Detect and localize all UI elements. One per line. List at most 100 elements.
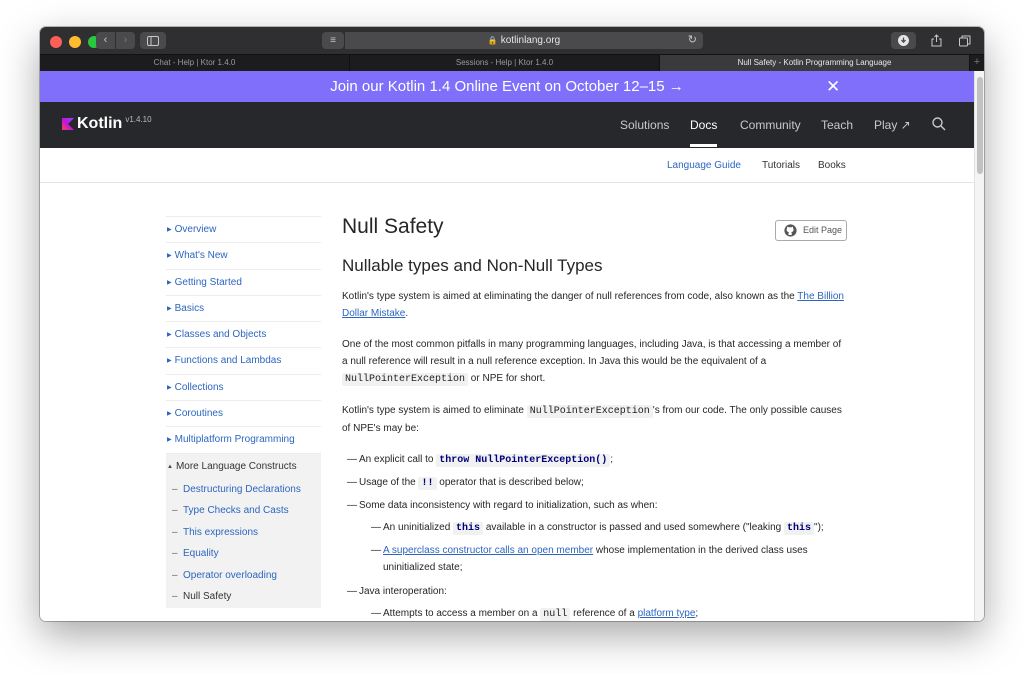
page-scrollbar[interactable]: [974, 71, 984, 621]
event-banner[interactable]: Join our Kotlin 1.4 Online Event on Octo…: [40, 71, 974, 102]
nav-docs[interactable]: Docs: [690, 118, 717, 132]
nav-teach[interactable]: Teach: [821, 118, 853, 132]
sidebar-icon: [147, 36, 159, 46]
list-item: — Usage of the !! operator that is descri…: [347, 477, 584, 490]
sidebar-item-coroutines[interactable]: ▶ Coroutines: [166, 400, 321, 426]
url-text: kotlinlang.org: [500, 35, 561, 46]
sidebar-item-classes-and-objects[interactable]: ▶ Classes and Objects: [166, 321, 321, 347]
inline-code: NullPointerException: [526, 405, 653, 418]
caret-right-icon: ▶: [167, 384, 172, 391]
sidebar-item-label: More Language Constructs: [175, 460, 297, 472]
minimize-window-button[interactable]: [69, 36, 81, 48]
sidebar-subitem-null-safety[interactable]: – Null Safety: [172, 586, 321, 608]
sidebar-item-basics[interactable]: ▶ Basics: [166, 294, 321, 321]
address-bar[interactable]: 🔒 kotlinlang.org ↻: [345, 32, 703, 49]
title-bar: ‹ › ≡ 🔒 kotlinlang.org ↻: [40, 27, 984, 54]
banner-close-icon[interactable]: ✕: [826, 71, 840, 102]
list-subitem: — An uninitialized this available in a co…: [371, 522, 824, 535]
sidebar-item-whats-new[interactable]: ▶ What's New: [166, 242, 321, 268]
sidebar-item-multiplatform[interactable]: ▶ Multiplatform Programming: [166, 426, 321, 452]
back-button[interactable]: ‹: [96, 32, 115, 49]
sidebar-item-overview[interactable]: ▶ Overview: [166, 216, 321, 242]
nav-solutions[interactable]: Solutions: [620, 118, 669, 132]
logo-text: Kotlin: [77, 115, 123, 132]
sidebar-item-label: Overview: [174, 224, 217, 235]
tab-null-safety[interactable]: Null Safety - Kotlin Programming Languag…: [660, 55, 970, 71]
kotlin-logo-icon: [62, 118, 74, 130]
inline-code: throw NullPointerException(): [436, 454, 611, 467]
tab-overview-button[interactable]: [954, 32, 976, 49]
caret-down-icon: ▲: [167, 463, 173, 470]
new-tab-button[interactable]: +: [970, 55, 984, 71]
inline-code: NullPointerException: [342, 373, 469, 386]
subnav-language-guide[interactable]: Language Guide: [667, 160, 741, 171]
browser-window: ‹ › ≡ 🔒 kotlinlang.org ↻ Chat - Help | Kt…: [40, 27, 984, 621]
paragraph-3: Kotlin's type system is aimed to elimina…: [342, 405, 842, 434]
sidebar-subitem-label: This expressions: [183, 526, 259, 538]
tab-chat-help[interactable]: Chat - Help | Ktor 1.4.0: [40, 55, 350, 71]
scrollbar-thumb[interactable]: [977, 77, 983, 174]
docs-sidebar: ▶ Overview ▶ What's New ▶ Getting Started ▶…: [166, 216, 321, 608]
sidebar-subitem-label: Operator overloading: [183, 569, 277, 581]
search-icon[interactable]: [931, 116, 947, 132]
paragraph-1: Kotlin's type system is aimed at elimina…: [342, 291, 844, 319]
reader-button[interactable]: ≡: [322, 32, 344, 49]
close-window-button[interactable]: [50, 36, 62, 48]
sidebar-item-functions-and-lambdas[interactable]: ▶ Functions and Lambdas: [166, 347, 321, 373]
list-item: — An explicit call to throw NullPointerEx…: [347, 454, 614, 467]
inline-code: this: [784, 522, 815, 535]
sidebar-subitem-destructuring[interactable]: – Destructuring Declarations: [172, 479, 321, 501]
section-heading: Nullable types and Non-Null Types: [342, 256, 603, 275]
sidebar-item-label: Coroutines: [174, 408, 223, 420]
sidebar-subitem-this-expressions[interactable]: – This expressions: [172, 522, 321, 544]
caret-right-icon: ▶: [167, 411, 172, 418]
chevron-right-icon: ›: [123, 34, 128, 46]
caret-right-icon: ▶: [167, 332, 172, 339]
reader-icon: ≡: [330, 35, 336, 46]
sidebar-item-label: Getting Started: [174, 276, 242, 288]
subnav-books[interactable]: Books: [818, 160, 846, 171]
sidebar-subsection: – Destructuring Declarations – Type Checks…: [166, 478, 321, 608]
sidebar-item-getting-started[interactable]: ▶ Getting Started: [166, 268, 321, 295]
caret-right-icon: ▶: [167, 279, 172, 286]
sidebar-item-label: Multiplatform Programming: [174, 434, 295, 446]
sidebar-subitem-label: Destructuring Declarations: [183, 483, 301, 495]
caret-right-icon: ▶: [167, 253, 172, 260]
banner-text[interactable]: Join our Kotlin 1.4 Online Event on Octo…: [330, 78, 684, 95]
caret-right-icon: ▶: [167, 437, 172, 444]
subnav-tutorials[interactable]: Tutorials: [762, 160, 800, 171]
download-icon: [898, 35, 909, 46]
sidebar-subitem-label: Equality: [183, 548, 219, 560]
share-icon: [931, 34, 941, 47]
platform-type-link[interactable]: platform type: [638, 608, 696, 619]
sidebar-item-more-language-constructs[interactable]: ▲ More Language Constructs: [166, 452, 321, 479]
reload-icon[interactable]: ↻: [688, 32, 697, 49]
caret-right-icon: ▶: [167, 227, 172, 233]
sidebar-subitem-operator-overloading[interactable]: – Operator overloading: [172, 565, 321, 587]
docs-subnav: Language Guide Tutorials Books: [40, 148, 974, 183]
sidebar-item-label: What's New: [174, 250, 228, 262]
nav-play[interactable]: Play ↗: [874, 118, 911, 132]
share-button[interactable]: [925, 32, 947, 49]
tab-sessions-help[interactable]: Sessions - Help | Ktor 1.4.0: [350, 55, 660, 71]
active-nav-underline: [690, 144, 717, 147]
sidebar-item-collections[interactable]: ▶ Collections: [166, 373, 321, 400]
sidebar-subitem-equality[interactable]: – Equality: [172, 543, 321, 565]
version-label: v1.4.10: [125, 115, 152, 124]
sidebar-subitem-type-checks[interactable]: – Type Checks and Casts: [172, 500, 321, 522]
sidebar-item-label: Functions and Lambdas: [174, 355, 282, 367]
inline-code: this: [453, 522, 484, 535]
kotlin-logo[interactable]: Kotlin v1.4.10: [62, 115, 152, 132]
superclass-constructor-link[interactable]: A superclass constructor calls an open m…: [383, 545, 593, 556]
tabs-icon: [959, 35, 971, 47]
tab-bar: Chat - Help | Ktor 1.4.0 Sessions - Help…: [40, 54, 984, 71]
forward-button[interactable]: ›: [116, 32, 135, 49]
page-title: Null Safety: [342, 215, 444, 238]
sidebar-item-label: Classes and Objects: [174, 329, 267, 341]
nav-community[interactable]: Community: [740, 118, 801, 132]
sidebar-subitem-label: Type Checks and Casts: [183, 505, 289, 517]
show-sidebar-button[interactable]: [140, 32, 166, 49]
sidebar-subitem-label: Null Safety: [183, 591, 232, 603]
downloads-button[interactable]: [891, 32, 916, 49]
caret-right-icon: ▶: [167, 358, 172, 365]
